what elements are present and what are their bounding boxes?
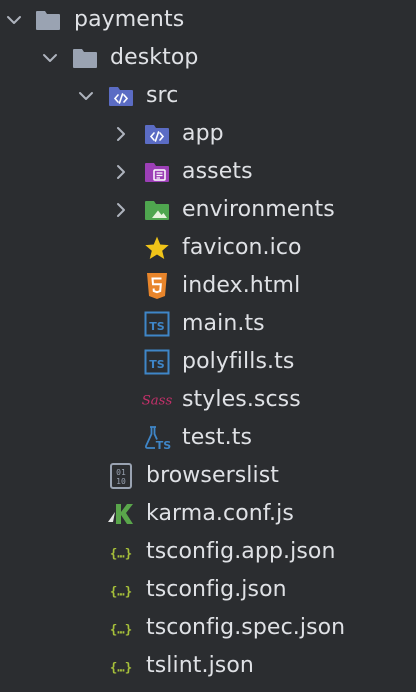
tree-item-label: tsconfig.spec.json: [146, 615, 346, 640]
tree-item-label: main.ts: [182, 311, 265, 336]
chevron-right-icon[interactable]: [110, 191, 132, 229]
tree-row-karma-conf[interactable]: karma.conf.js: [0, 495, 416, 533]
tree-item-label: tslint.json: [146, 653, 254, 678]
tree-row-tsconfig-json[interactable]: {…} tsconfig.json: [0, 571, 416, 609]
typescript-icon: TS: [142, 347, 172, 377]
test-typescript-icon: TS: [142, 423, 172, 453]
chevron-right-icon[interactable]: [110, 153, 132, 191]
sass-icon: Sass: [142, 385, 172, 415]
svg-text:{…}: {…}: [110, 660, 132, 674]
tree-item-label: index.html: [182, 273, 301, 298]
karma-icon: [106, 499, 136, 529]
tree-item-label: karma.conf.js: [146, 501, 294, 526]
svg-text:Sass: Sass: [142, 393, 172, 408]
source-folder-icon: [106, 81, 136, 111]
tree-row-assets[interactable]: assets: [0, 153, 416, 191]
tree-row-main-ts[interactable]: TS main.ts: [0, 305, 416, 343]
tree-row-styles-scss[interactable]: Sass styles.scss: [0, 381, 416, 419]
tree-item-label: assets: [182, 159, 253, 184]
json-icon: {…}: [106, 651, 136, 681]
tree-item-label: desktop: [110, 45, 199, 70]
tree-row-environments[interactable]: environments: [0, 191, 416, 229]
svg-text:TS: TS: [156, 439, 172, 452]
chevron-right-icon[interactable]: [110, 115, 132, 153]
json-icon: {…}: [106, 537, 136, 567]
svg-text:{…}: {…}: [110, 584, 132, 598]
star-icon: [142, 233, 172, 263]
tree-row-favicon[interactable]: favicon.ico: [0, 229, 416, 267]
tree-item-label: tsconfig.app.json: [146, 539, 336, 564]
svg-text:{…}: {…}: [110, 546, 132, 560]
project-tree: payments desktop src app assets environm…: [0, 0, 416, 692]
tree-item-label: styles.scss: [182, 387, 301, 412]
tree-row-desktop[interactable]: desktop: [0, 39, 416, 77]
html5-icon: [142, 271, 172, 301]
svg-text:TS: TS: [149, 320, 165, 333]
tree-item-label: polyfills.ts: [182, 349, 295, 374]
tree-item-label: environments: [182, 197, 335, 222]
json-icon: {…}: [106, 613, 136, 643]
resources-folder-icon: [142, 157, 172, 187]
angular-app-folder-icon: [142, 119, 172, 149]
tree-item-label: payments: [74, 7, 185, 32]
tree-row-tsconfig-app-json[interactable]: {…} tsconfig.app.json: [0, 533, 416, 571]
svg-text:TS: TS: [149, 358, 165, 371]
tree-row-tsconfig-spec-json[interactable]: {…} tsconfig.spec.json: [0, 609, 416, 647]
tree-item-label: browserslist: [146, 463, 279, 488]
svg-text:{…}: {…}: [110, 622, 132, 636]
tree-row-src[interactable]: src: [0, 77, 416, 115]
tree-item-label: favicon.ico: [182, 235, 302, 260]
folder-icon: [70, 43, 100, 73]
binary-file-icon: 01 10: [106, 461, 136, 491]
svg-text:10: 10: [116, 477, 126, 486]
json-icon: {…}: [106, 575, 136, 605]
tree-item-label: test.ts: [182, 425, 253, 450]
chevron-down-icon[interactable]: [75, 77, 97, 115]
tree-item-label: app: [182, 121, 224, 146]
chevron-down-icon[interactable]: [3, 1, 25, 39]
tree-item-label: src: [146, 83, 179, 108]
tree-row-tslint-json[interactable]: {…} tslint.json: [0, 647, 416, 685]
typescript-icon: TS: [142, 309, 172, 339]
tree-row-index-html[interactable]: index.html: [0, 267, 416, 305]
tree-item-label: tsconfig.json: [146, 577, 287, 602]
chevron-down-icon[interactable]: [39, 39, 61, 77]
tree-row-polyfills-ts[interactable]: TS polyfills.ts: [0, 343, 416, 381]
tree-row-test-ts[interactable]: TS test.ts: [0, 419, 416, 457]
svg-text:01: 01: [116, 468, 126, 477]
tree-row-browserslist[interactable]: 01 10 browserslist: [0, 457, 416, 495]
folder-icon: [33, 5, 63, 35]
tree-row-payments[interactable]: payments: [0, 1, 416, 39]
image-folder-icon: [142, 195, 172, 225]
tree-row-app[interactable]: app: [0, 115, 416, 153]
